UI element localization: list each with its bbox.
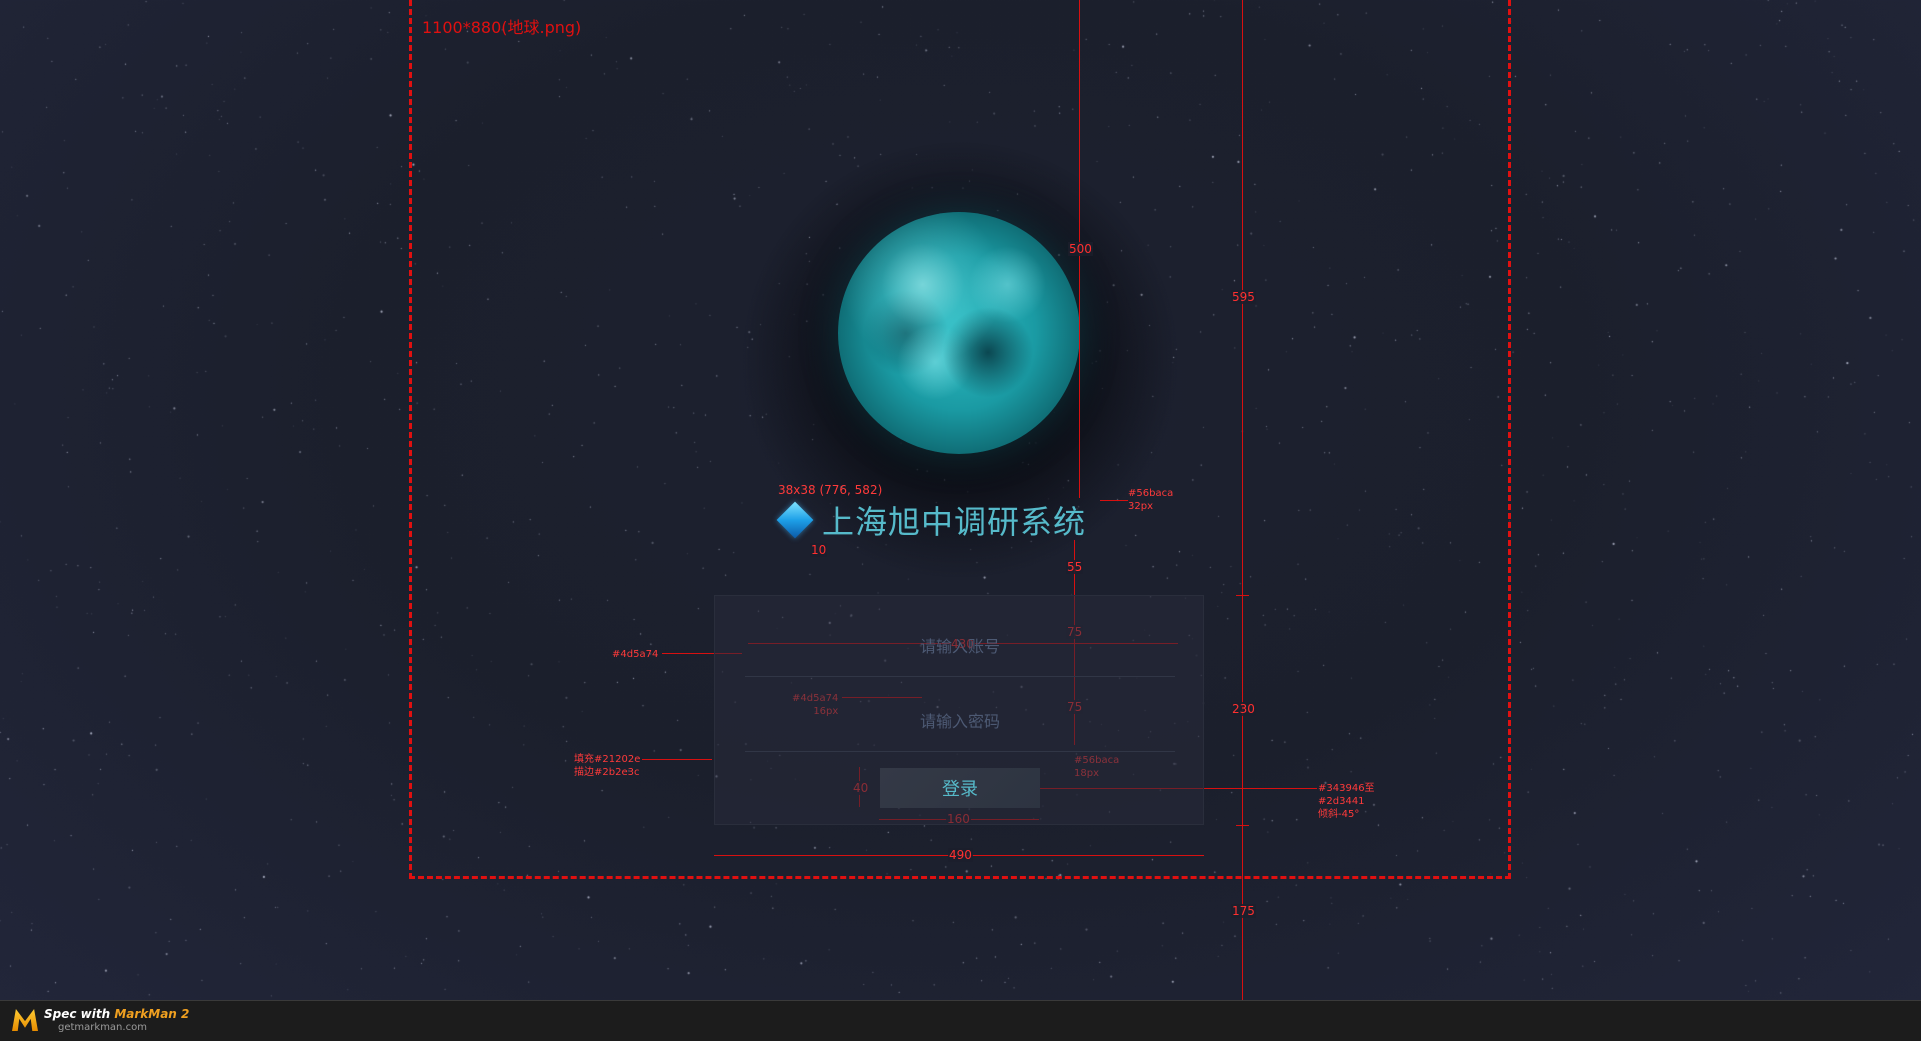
dim-10: 10	[810, 543, 828, 557]
password-input[interactable]	[745, 690, 1175, 752]
tick-595	[1236, 595, 1249, 596]
field-color-note: #4d5a74	[612, 649, 659, 660]
markman-footer: Spec with MarkMan 2 getmarkman.com	[0, 1000, 1921, 1041]
markman-brand-prefix: Spec with	[44, 1007, 115, 1021]
password-field[interactable]	[745, 690, 1175, 752]
title-style-note: #56baca 32px	[1128, 487, 1173, 513]
dim-230: 230	[1231, 702, 1256, 716]
panel-stroke-note: 描边#2b2e3c	[574, 767, 640, 778]
measure-line-595	[1242, 0, 1243, 1000]
title-note-leader	[1100, 500, 1128, 501]
panel-fill-note: 填充#21202e	[574, 754, 641, 765]
button-bg-style-note: #343946至 #2d3441 倾斜-45°	[1318, 782, 1375, 821]
login-button[interactable]: 登录	[880, 768, 1040, 808]
app-title-row: 上海旭中调研系统	[776, 500, 1087, 541]
app-title: 上海旭中调研系统	[822, 503, 1087, 541]
dim-55: 55	[1066, 560, 1084, 574]
button-bg-note-line1: #343946至	[1318, 783, 1375, 794]
markman-logo-icon	[12, 1009, 38, 1031]
username-input[interactable]	[745, 615, 1175, 677]
panel-note-leader	[642, 759, 712, 760]
title-size-note: 32px	[1128, 501, 1153, 512]
markman-brand-name: MarkMan 2	[114, 1007, 190, 1021]
dim-595: 595	[1231, 290, 1256, 304]
dim-490: 490	[948, 848, 973, 862]
login-panel: 登录	[714, 595, 1204, 825]
markman-url[interactable]: getmarkman.com	[58, 1022, 147, 1033]
icon-size-note: 38x38 (776, 582)	[778, 483, 883, 497]
spec-frame-label: 1100*880(地球.png)	[422, 18, 582, 37]
username-field[interactable]	[745, 615, 1175, 677]
panel-style-note: 填充#21202e 描边#2b2e3c	[574, 753, 640, 779]
button-bg-note-line3: 倾斜-45°	[1318, 809, 1360, 820]
dim-500: 500	[1068, 242, 1093, 256]
tick-825	[1236, 825, 1249, 826]
button-bg-note-line2: #2d3441	[1318, 796, 1365, 807]
logo-diamond-icon	[776, 501, 814, 539]
markman-brand: Spec with MarkMan 2	[44, 1007, 189, 1021]
dim-175: 175	[1231, 904, 1256, 918]
title-color-note: #56baca	[1128, 488, 1174, 499]
